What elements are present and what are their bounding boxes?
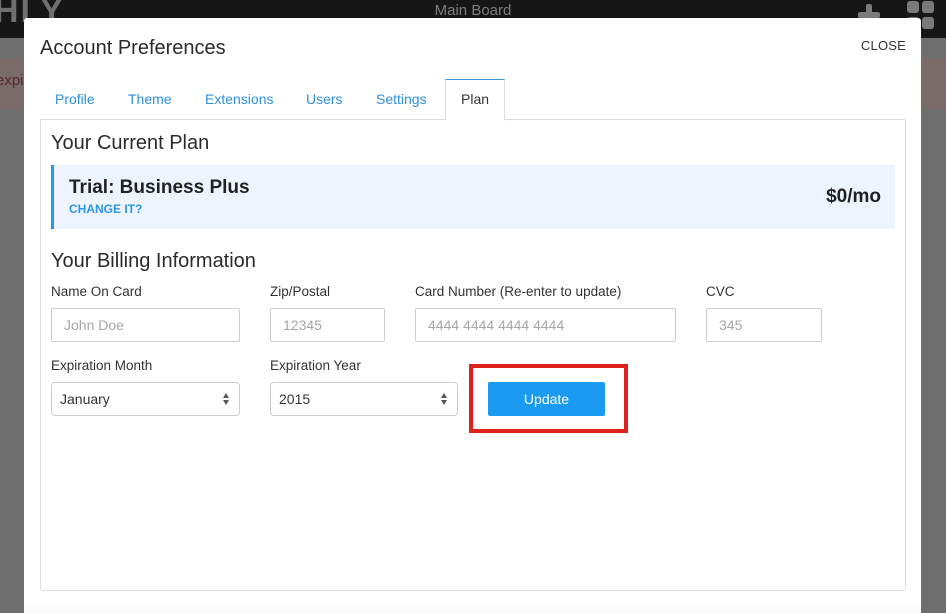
tab-extensions[interactable]: Extensions (190, 79, 288, 120)
current-plan-heading: Your Current Plan (51, 132, 210, 154)
change-plan-link[interactable]: CHANGE IT? (69, 202, 142, 216)
current-plan-box: Trial: Business Plus CHANGE IT? $0/mo (51, 165, 895, 229)
cvc-label: CVC (706, 284, 735, 299)
name-on-card-input[interactable] (51, 308, 240, 342)
card-number-input[interactable] (415, 308, 676, 342)
exp-month-label: Expiration Month (51, 358, 153, 373)
cvc-input[interactable] (706, 308, 822, 342)
billing-heading: Your Billing Information (51, 250, 256, 272)
tab-plan[interactable]: Plan (445, 79, 506, 121)
update-button[interactable]: Update (488, 382, 605, 416)
close-button[interactable]: CLOSE (861, 38, 906, 53)
select-arrows-icon (223, 392, 231, 406)
tab-profile[interactable]: Profile (40, 79, 110, 120)
card-number-label: Card Number (Re-enter to update) (415, 284, 622, 299)
board-title: Main Board (434, 2, 512, 19)
plan-price: $0/mo (826, 186, 881, 207)
select-arrows-icon (441, 392, 449, 406)
tab-theme[interactable]: Theme (113, 79, 187, 120)
exp-month-select[interactable]: January (51, 382, 240, 416)
zip-label: Zip/Postal (270, 284, 331, 299)
tab-users[interactable]: Users (291, 79, 358, 120)
account-preferences-modal: Account Preferences CLOSE Profile Theme … (24, 18, 921, 613)
modal-title: Account Preferences (40, 37, 226, 59)
zip-input[interactable] (270, 308, 385, 342)
background-alert-text: expi (0, 72, 24, 89)
plan-panel: Your Current Plan Trial: Business Plus C… (40, 120, 906, 591)
exp-year-value: 2015 (279, 391, 311, 407)
tab-settings[interactable]: Settings (361, 79, 442, 120)
exp-year-label: Expiration Year (270, 358, 361, 373)
plan-name: Trial: Business Plus (69, 177, 250, 198)
name-on-card-label: Name On Card (51, 284, 142, 299)
exp-month-value: January (60, 391, 110, 407)
exp-year-select[interactable]: 2015 (270, 382, 458, 416)
tab-bar: Profile Theme Extensions Users Settings … (40, 79, 905, 121)
